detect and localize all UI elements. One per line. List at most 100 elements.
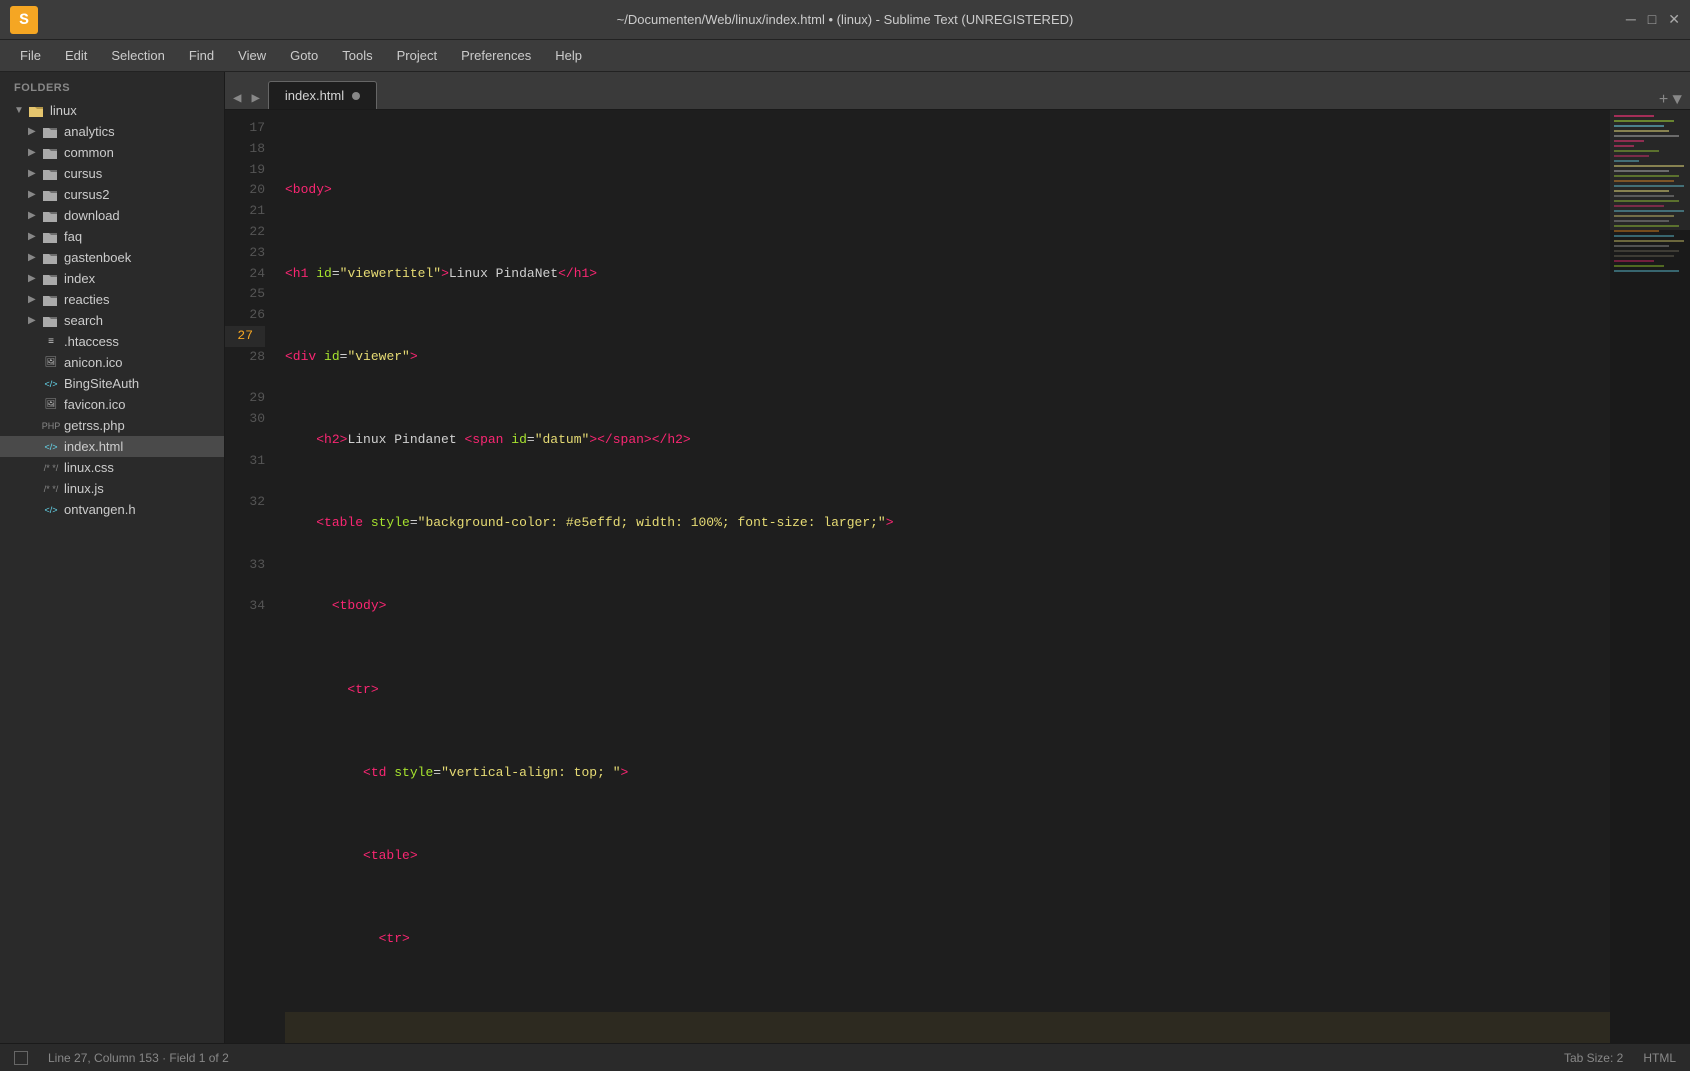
image-file-icon: 🖼 xyxy=(42,398,60,412)
add-tab-button[interactable]: + xyxy=(1659,91,1669,109)
tab-prev-button[interactable]: ◀ xyxy=(229,88,245,109)
sidebar-item-label: .htaccess xyxy=(64,334,119,349)
sidebar-item-index-html[interactable]: ▶ </> index.html xyxy=(0,436,224,457)
js-file-icon: /* */ xyxy=(42,482,60,496)
close-button[interactable]: ✕ xyxy=(1668,11,1680,28)
folder-icon xyxy=(42,230,60,244)
sidebar-item-htaccess[interactable]: ▶ ≡ .htaccess xyxy=(0,331,224,352)
menu-file[interactable]: File xyxy=(10,44,51,67)
editor[interactable]: 17 18 19 20 21 22 23 24 25 26 27 28 29 3… xyxy=(225,110,1690,1043)
css-file-icon: /* */ xyxy=(42,461,60,475)
folder-icon xyxy=(42,314,60,328)
tab-nav: ◀ ▶ xyxy=(225,88,268,109)
sidebar-header: FOLDERS xyxy=(0,72,224,100)
folder-icon xyxy=(28,104,46,118)
php-file-icon: PHP xyxy=(42,419,60,433)
tab-next-button[interactable]: ▶ xyxy=(247,88,263,109)
sidebar-item-label: linux.js xyxy=(64,481,104,496)
chevron-right-icon: ▶ xyxy=(28,294,42,305)
sidebar-item-download[interactable]: ▶ download xyxy=(0,205,224,226)
sidebar-item-cursus2[interactable]: ▶ cursus2 xyxy=(0,184,224,205)
chevron-right-icon: ▶ xyxy=(28,189,42,200)
chevron-right-icon: ▶ xyxy=(28,231,42,242)
sidebar-item-reacties[interactable]: ▶ reacties xyxy=(0,289,224,310)
tab-index-html[interactable]: index.html xyxy=(268,81,377,109)
tab-bar: ◀ ▶ index.html + ▼ xyxy=(225,72,1690,110)
code-editor[interactable]: <body> <h1 id="viewertitel">Linux PindaN… xyxy=(277,110,1610,1043)
image-file-icon: 🖼 xyxy=(42,356,60,370)
menu-tools[interactable]: Tools xyxy=(332,44,382,67)
chevron-right-icon: ▶ xyxy=(28,147,42,158)
code-line-21: <table style="background-color: #e5effd;… xyxy=(285,513,1610,534)
folder-icon xyxy=(42,251,60,265)
sidebar-item-getrss[interactable]: ▶ PHP getrss.php xyxy=(0,415,224,436)
minimize-button[interactable]: ─ xyxy=(1626,11,1636,28)
sidebar-item-favicon[interactable]: ▶ 🖼 favicon.ico xyxy=(0,394,224,415)
folder-icon xyxy=(42,125,60,139)
menu-preferences[interactable]: Preferences xyxy=(451,44,541,67)
tab-size-indicator[interactable]: Tab Size: 2 xyxy=(1564,1051,1623,1065)
syntax-indicator[interactable]: HTML xyxy=(1643,1051,1676,1065)
xml-file-icon: </> xyxy=(42,503,60,517)
sidebar-item-label: common xyxy=(64,145,114,160)
sidebar-item-label: index.html xyxy=(64,439,123,454)
main-area: FOLDERS ▼ linux ▶ analytics ▶ common xyxy=(0,72,1690,1043)
status-left: Line 27, Column 153 · Field 1 of 2 xyxy=(14,1051,229,1065)
menu-goto[interactable]: Goto xyxy=(280,44,328,67)
sidebar-item-anicon[interactable]: ▶ 🖼 anicon.ico xyxy=(0,352,224,373)
text-file-icon: ≡ xyxy=(42,335,60,349)
sidebar-item-common[interactable]: ▶ common xyxy=(0,142,224,163)
code-line-26: <tr> xyxy=(285,929,1610,950)
folder-icon xyxy=(42,167,60,181)
chevron-right-icon: ▶ xyxy=(28,315,42,326)
window-controls: S xyxy=(10,6,38,34)
window-buttons[interactable]: ─ □ ✕ xyxy=(1626,11,1680,28)
menu-find[interactable]: Find xyxy=(179,44,224,67)
code-line-25: <table> xyxy=(285,846,1610,867)
menu-bar: File Edit Selection Find View Goto Tools… xyxy=(0,40,1690,72)
chevron-right-icon: ▶ xyxy=(28,273,42,284)
sidebar-item-analytics[interactable]: ▶ analytics xyxy=(0,121,224,142)
folder-icon xyxy=(42,146,60,160)
tab-bar-actions: + ▼ xyxy=(1659,91,1682,109)
chevron-down-icon: ▼ xyxy=(14,105,28,116)
sidebar-item-ontvangen[interactable]: ▶ </> ontvangen.h xyxy=(0,499,224,520)
menu-view[interactable]: View xyxy=(228,44,276,67)
sidebar-item-label: favicon.ico xyxy=(64,397,125,412)
sidebar-item-label: getrss.php xyxy=(64,418,125,433)
sidebar-item-cursus[interactable]: ▶ cursus xyxy=(0,163,224,184)
editor-container: ◀ ▶ index.html + ▼ 17 18 19 20 21 22 23 xyxy=(225,72,1690,1043)
sidebar-item-label: BingSiteAuth xyxy=(64,376,139,391)
maximize-button[interactable]: □ xyxy=(1648,11,1656,28)
sidebar-item-gastenboek[interactable]: ▶ gastenboek xyxy=(0,247,224,268)
sidebar-item-index-folder[interactable]: ▶ index xyxy=(0,268,224,289)
chevron-right-icon: ▶ xyxy=(28,126,42,137)
code-line-27: <td style="text-align: center; vertical-… xyxy=(285,1012,1610,1043)
status-checkbox[interactable] xyxy=(14,1051,28,1065)
cursor-position: Line 27, Column 153 · Field 1 of 2 xyxy=(48,1051,229,1065)
code-line-18: <h1 id="viewertitel">Linux PindaNet</h1> xyxy=(285,264,1610,285)
code-line-22: <tbody> xyxy=(285,596,1610,617)
sidebar-item-label: cursus xyxy=(64,166,102,181)
tab-menu-button[interactable]: ▼ xyxy=(1672,91,1682,109)
folder-icon xyxy=(42,293,60,307)
sidebar-item-search[interactable]: ▶ search xyxy=(0,310,224,331)
window-title: ~/Documenten/Web/linux/index.html • (lin… xyxy=(617,12,1074,27)
sidebar-item-linux-css[interactable]: ▶ /* */ linux.css xyxy=(0,457,224,478)
sidebar-item-label: cursus2 xyxy=(64,187,110,202)
sidebar-item-label: search xyxy=(64,313,103,328)
minimap-viewport xyxy=(1610,110,1690,230)
xml-file-icon: </> xyxy=(42,377,60,391)
menu-edit[interactable]: Edit xyxy=(55,44,97,67)
folder-icon xyxy=(42,188,60,202)
sidebar-item-linux-js[interactable]: ▶ /* */ linux.js xyxy=(0,478,224,499)
sidebar-item-bingsiteauth[interactable]: ▶ </> BingSiteAuth xyxy=(0,373,224,394)
html-file-icon: </> xyxy=(42,440,60,454)
sidebar-item-linux[interactable]: ▼ linux xyxy=(0,100,224,121)
menu-selection[interactable]: Selection xyxy=(101,44,174,67)
sidebar-item-faq[interactable]: ▶ faq xyxy=(0,226,224,247)
menu-help[interactable]: Help xyxy=(545,44,592,67)
chevron-right-icon: ▶ xyxy=(28,210,42,221)
sidebar-item-label: reacties xyxy=(64,292,110,307)
menu-project[interactable]: Project xyxy=(387,44,447,67)
